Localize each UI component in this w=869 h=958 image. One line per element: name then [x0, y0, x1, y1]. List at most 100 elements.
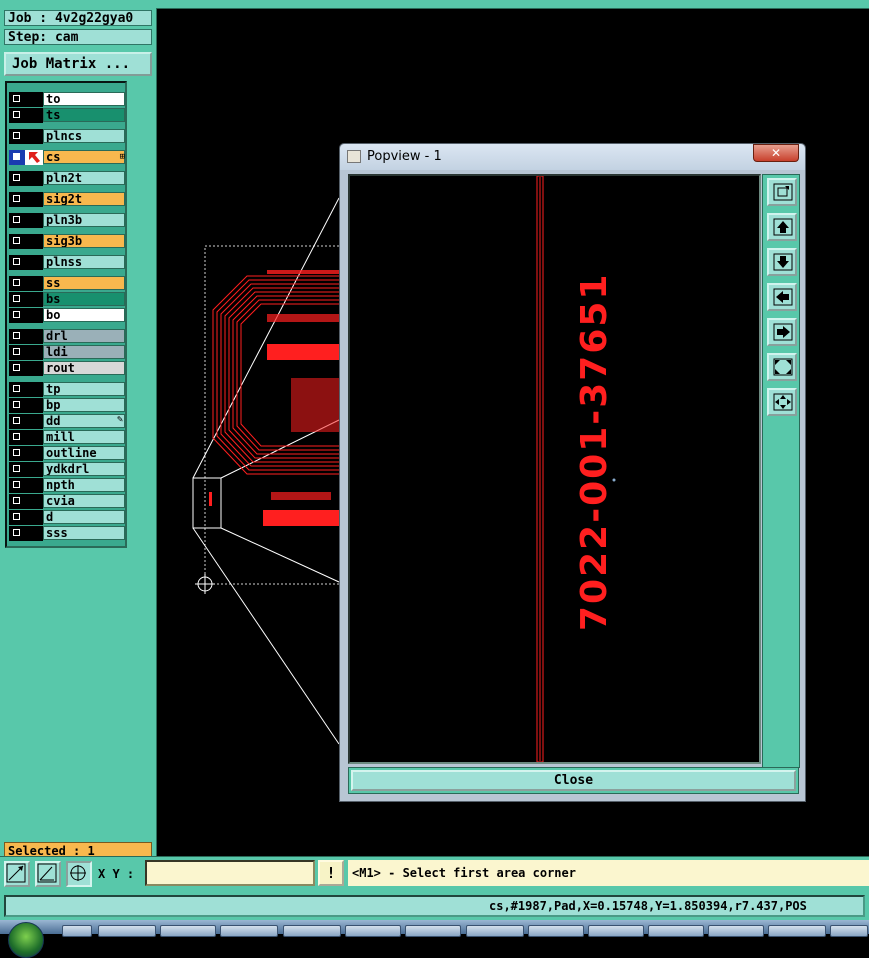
layer-checkbox[interactable]: [9, 192, 25, 207]
window-app-icon: [347, 150, 361, 163]
layer-name: outline: [43, 446, 125, 460]
angle-icon[interactable]: [35, 861, 61, 887]
layer-row-to[interactable]: to: [9, 92, 127, 107]
layer-checkbox[interactable]: [9, 234, 25, 249]
pan-down-icon[interactable]: [767, 248, 797, 276]
layer-row-sig2t[interactable]: sig2t: [9, 192, 127, 207]
taskbar-item[interactable]: [345, 925, 401, 937]
pan-left-icon[interactable]: [767, 283, 797, 311]
layer-checkbox[interactable]: [9, 129, 25, 144]
layer-row-dd[interactable]: dd ✎: [9, 414, 127, 429]
layer-status-cell: [25, 398, 43, 413]
layer-row-d[interactable]: d: [9, 510, 127, 525]
close-button[interactable]: Close: [351, 770, 796, 791]
taskbar-item[interactable]: [768, 925, 826, 937]
layer-checkbox[interactable]: [9, 345, 25, 360]
layer-checkbox[interactable]: [9, 171, 25, 186]
taskbar-item[interactable]: [160, 925, 216, 937]
grid-icon[interactable]: [66, 861, 92, 887]
layer-row-sss[interactable]: sss: [9, 526, 127, 541]
layer-checkbox[interactable]: [9, 292, 25, 307]
layer-checkbox[interactable]: [9, 478, 25, 493]
layer-checkbox[interactable]: [9, 414, 25, 429]
zoom-out-icon[interactable]: [767, 353, 797, 381]
layer-row-pln3b[interactable]: pln3b: [9, 213, 127, 228]
taskbar-item[interactable]: [830, 925, 868, 937]
layer-checkbox[interactable]: [9, 92, 25, 107]
layer-checkbox[interactable]: [9, 446, 25, 461]
layer-status-cell: [25, 329, 43, 344]
taskbar-item[interactable]: [708, 925, 764, 937]
taskbar-item[interactable]: [98, 925, 156, 937]
target-symbol: [195, 574, 215, 594]
layer-name: bs: [43, 292, 125, 306]
layer-row-tp[interactable]: tp: [9, 382, 127, 397]
layer-row-plncs[interactable]: plncs: [9, 129, 127, 144]
layer-row-outline[interactable]: outline: [9, 446, 127, 461]
layer-checkbox[interactable]: [9, 398, 25, 413]
layer-row-bs[interactable]: bs: [9, 292, 127, 307]
layer-status-cell: [25, 255, 43, 270]
layer-checkbox[interactable]: [9, 108, 25, 123]
pen-icon: ✎: [116, 414, 123, 425]
layer-checkbox[interactable]: [9, 255, 25, 270]
layer-row-sig3b[interactable]: sig3b: [9, 234, 127, 249]
layer-row-ss[interactable]: ss: [9, 276, 127, 291]
layer-checkbox[interactable]: [9, 430, 25, 445]
layer-checkbox[interactable]: [9, 361, 25, 376]
measure-icon[interactable]: [4, 861, 30, 887]
layer-checkbox[interactable]: [9, 510, 25, 525]
layer-name: cs: [43, 150, 125, 164]
layer-checkbox[interactable]: [9, 329, 25, 344]
taskbar-item[interactable]: [405, 925, 461, 937]
layer-status-cell: [25, 234, 43, 249]
pan-right-icon[interactable]: [767, 318, 797, 346]
layer-row-pln2t[interactable]: pln2t: [9, 171, 127, 186]
taskbar-item[interactable]: [528, 925, 584, 937]
layer-checkbox[interactable]: [9, 308, 25, 323]
job-matrix-button[interactable]: Job Matrix ...: [4, 52, 152, 76]
layer-row-cvia[interactable]: cvia: [9, 494, 127, 509]
layer-row-rout[interactable]: rout: [9, 361, 127, 376]
layer-row-ldi[interactable]: ldi: [9, 345, 127, 360]
layer-row-cs[interactable]: cs ⊞: [9, 150, 127, 165]
layer-row-ts[interactable]: ts: [9, 108, 127, 123]
layer-checkbox[interactable]: [9, 462, 25, 477]
layer-checkbox[interactable]: [9, 382, 25, 397]
popview-titlebar[interactable]: Popview - 1 ✕: [340, 144, 805, 170]
layer-checkbox[interactable]: [9, 213, 25, 228]
layer-row-npth[interactable]: npth: [9, 478, 127, 493]
layer-name: bo: [43, 308, 125, 322]
taskbar-item[interactable]: [648, 925, 704, 937]
layer-status-cell: [25, 494, 43, 509]
layer-status-cell: [25, 382, 43, 397]
layer-checkbox[interactable]: [9, 150, 25, 165]
popview-canvas[interactable]: 7022-001-37651: [348, 174, 761, 764]
layer-status-cell: [25, 414, 43, 429]
layer-status-cell: [25, 446, 43, 461]
prompt-hint: <M1> - Select first area corner: [348, 860, 869, 886]
start-icon[interactable]: [8, 922, 44, 958]
layer-row-drl[interactable]: drl: [9, 329, 127, 344]
taskbar-item[interactable]: [62, 925, 92, 937]
layer-row-mill[interactable]: mill: [9, 430, 127, 445]
layer-checkbox[interactable]: [9, 526, 25, 541]
layer-row-bo[interactable]: bo: [9, 308, 127, 323]
taskbar-item[interactable]: [283, 925, 341, 937]
layer-row-bp[interactable]: bp: [9, 398, 127, 413]
left-panel: Job : 4v2g22gya0 Step: cam Job Matrix ..…: [0, 8, 157, 860]
zoom-in-icon[interactable]: [767, 388, 797, 416]
xy-input[interactable]: [145, 860, 315, 886]
warning-button[interactable]: !: [318, 860, 344, 886]
layer-checkbox[interactable]: [9, 276, 25, 291]
pan-up-icon[interactable]: [767, 213, 797, 241]
layer-row-ydkdrl[interactable]: ydkdrl: [9, 462, 127, 477]
layer-checkbox[interactable]: [9, 494, 25, 509]
taskbar-item[interactable]: [588, 925, 644, 937]
layer-row-plnss[interactable]: plnss: [9, 255, 127, 270]
taskbar-item[interactable]: [220, 925, 278, 937]
window-close-button[interactable]: ✕: [753, 144, 799, 162]
taskbar-item[interactable]: [466, 925, 524, 937]
zoom-fit-icon[interactable]: [767, 178, 797, 206]
layer-name: rout: [43, 361, 125, 375]
